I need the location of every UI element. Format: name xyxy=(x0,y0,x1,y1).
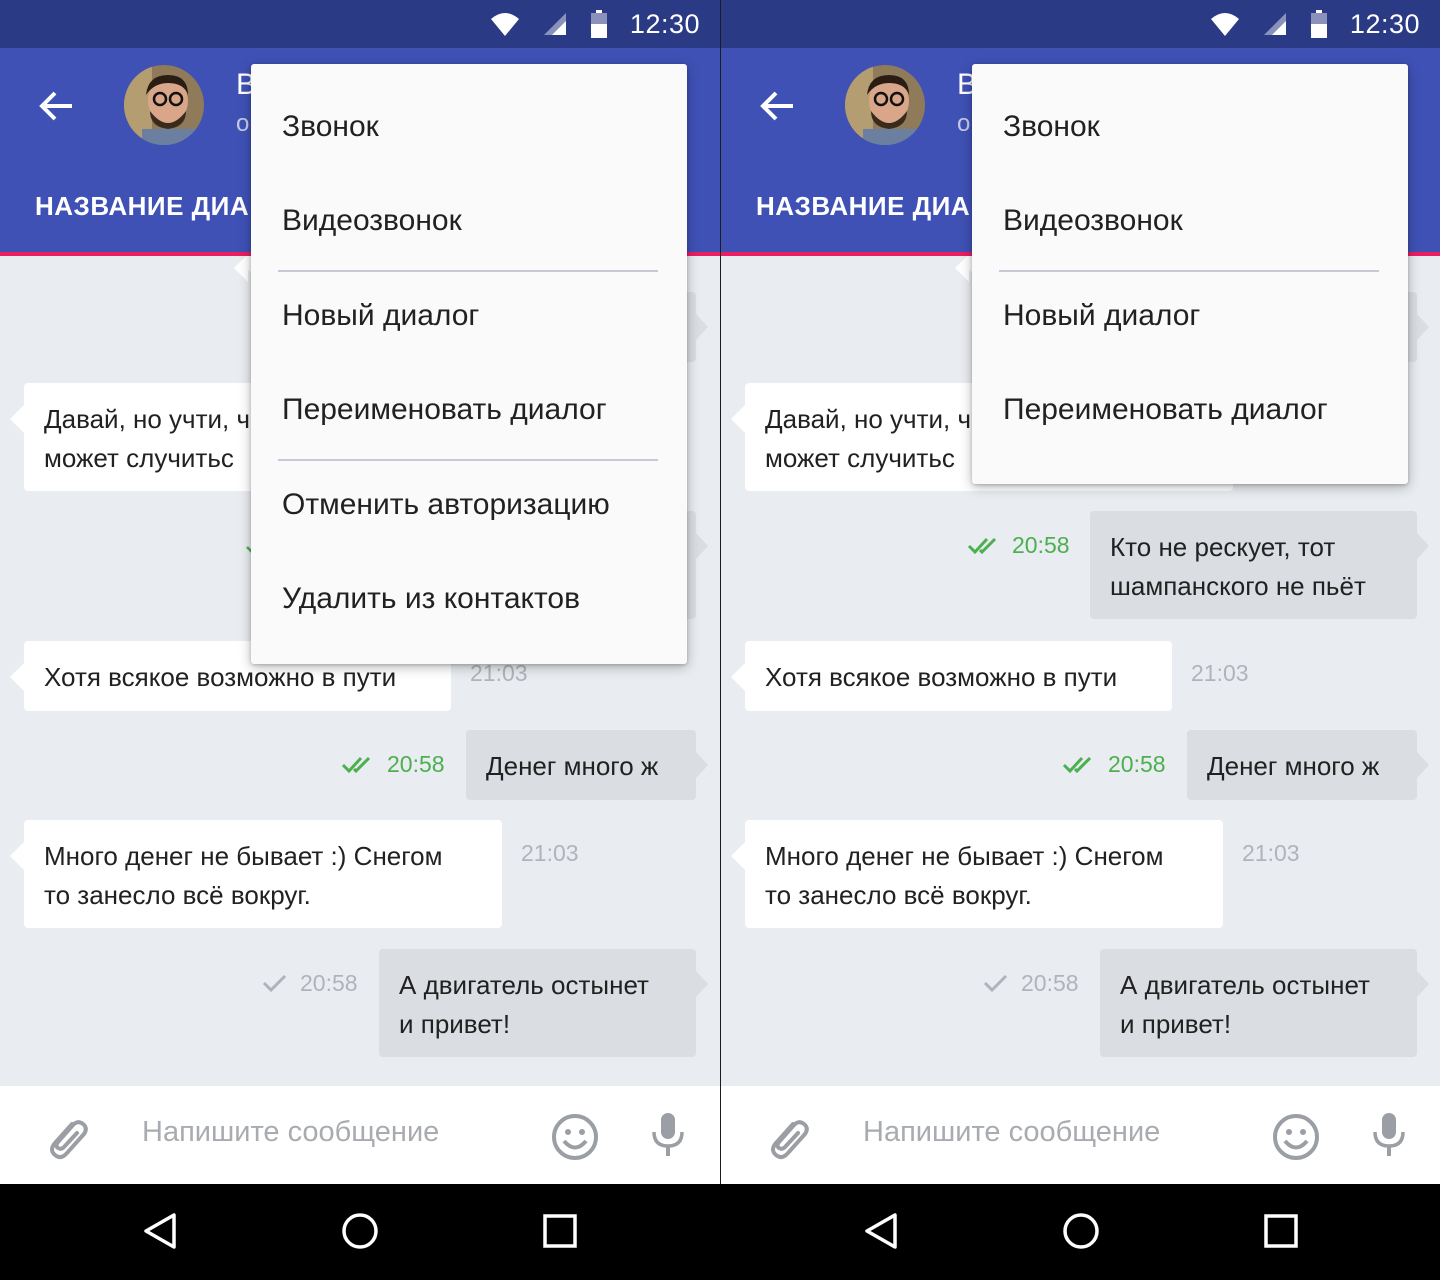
message-text: Хотя всякое возможно в пути xyxy=(765,662,1118,692)
message-time: 21:03 xyxy=(521,840,579,866)
status-time: 12:30 xyxy=(629,8,700,39)
double-check-icon xyxy=(341,755,375,780)
avatar[interactable] xyxy=(124,65,204,145)
smiley-icon[interactable] xyxy=(550,1112,600,1167)
battery-icon xyxy=(590,10,608,38)
message-bubble[interactable]: Денег много ж xyxy=(1187,730,1429,800)
message-time: 20:58 xyxy=(1012,532,1070,558)
message-input-bar: Напишите сообщение xyxy=(0,1086,720,1184)
message-input[interactable]: Напишите сообщение xyxy=(142,1116,439,1149)
triangle-back-icon xyxy=(861,1211,901,1256)
signal-icon xyxy=(1262,11,1288,37)
message-text: шампанского не пьёт xyxy=(1110,571,1366,601)
menu-item-video-call[interactable]: Видеозвонок xyxy=(282,204,462,238)
arrow-left-icon xyxy=(759,90,795,127)
message-time: 20:58 xyxy=(1108,751,1166,777)
message-time: 21:03 xyxy=(470,660,528,686)
battery-icon xyxy=(1310,10,1328,38)
dialog-title-tab[interactable]: НАЗВАНИЕ ДИА xyxy=(756,191,970,222)
overflow-menu: Звонок Видеозвонок Новый диалог Переимен… xyxy=(251,64,687,664)
menu-item-call[interactable]: Звонок xyxy=(282,110,379,144)
back-button[interactable] xyxy=(30,82,82,134)
wifi-icon xyxy=(1210,11,1240,37)
smiley-icon[interactable] xyxy=(1271,1112,1321,1167)
message-time: 20:58 xyxy=(387,751,445,777)
message-bubble[interactable]: Хотя всякое возможно в пути xyxy=(731,641,1172,711)
message-text: Денег много ж xyxy=(486,751,659,781)
menu-item-delete-contact[interactable]: Удалить из контактов xyxy=(282,582,580,616)
double-check-icon xyxy=(1062,755,1096,780)
nav-back-button[interactable] xyxy=(125,1198,195,1268)
message-bubble[interactable]: Кто не рескует, тот шампанского не пьёт xyxy=(1090,511,1429,619)
message-text: А двигатель остынет xyxy=(399,970,649,1000)
status-bar: 12:30 xyxy=(721,0,1440,48)
message-bubble[interactable]: Много денег не бывает :) Снегом то занес… xyxy=(10,820,502,928)
circle-home-icon xyxy=(340,1211,380,1256)
menu-item-rename-dialog[interactable]: Переименовать диалог xyxy=(1003,393,1328,427)
message-text: и привет! xyxy=(1120,1009,1232,1039)
nav-recent-button[interactable] xyxy=(525,1198,595,1268)
microphone-icon[interactable] xyxy=(1369,1110,1409,1165)
paperclip-icon[interactable] xyxy=(763,1112,813,1167)
menu-item-video-call[interactable]: Видеозвонок xyxy=(1003,204,1183,238)
dialog-title-tab[interactable]: НАЗВАНИЕ ДИА xyxy=(35,191,249,222)
menu-item-call[interactable]: Звонок xyxy=(1003,110,1100,144)
signal-icon xyxy=(542,11,568,37)
message-text: то занесло всё вокруг. xyxy=(44,880,311,910)
nav-home-button[interactable] xyxy=(1046,1198,1116,1268)
circle-home-icon xyxy=(1061,1211,1101,1256)
menu-divider xyxy=(278,459,658,461)
message-bubble[interactable]: Много денег не бывает :) Снегом то занес… xyxy=(731,820,1223,928)
message-time: 21:03 xyxy=(1191,660,1249,686)
nav-home-button[interactable] xyxy=(325,1198,395,1268)
check-icon xyxy=(262,973,288,998)
paperclip-icon[interactable] xyxy=(42,1112,92,1167)
menu-item-rename-dialog[interactable]: Переименовать диалог xyxy=(282,393,607,427)
status-time: 12:30 xyxy=(1349,8,1420,39)
message-bubble[interactable]: А двигатель остынет и привет! xyxy=(1100,949,1429,1057)
message-text: Денег много ж xyxy=(1207,751,1380,781)
menu-item-new-dialog[interactable]: Новый диалог xyxy=(1003,299,1200,333)
square-recent-icon xyxy=(540,1211,580,1256)
message-text: Много денег не бывает :) Снегом xyxy=(765,841,1164,871)
message-text: и привет! xyxy=(399,1009,511,1039)
menu-item-revoke-authorization[interactable]: Отменить авторизацию xyxy=(282,488,610,522)
triangle-back-icon xyxy=(140,1211,180,1256)
message-text: то занесло всё вокруг. xyxy=(765,880,1032,910)
screen-left: 12:30 В о НАЗВАНИЕ ДИА Давай, но учти, ч… xyxy=(0,0,720,1184)
message-input-bar: Напишите сообщение xyxy=(721,1086,1440,1184)
message-time: 21:03 xyxy=(1242,840,1300,866)
nav-back-button[interactable] xyxy=(846,1198,916,1268)
contact-status: о xyxy=(236,110,250,137)
check-icon xyxy=(983,973,1009,998)
arrow-left-icon xyxy=(38,90,74,127)
avatar[interactable] xyxy=(845,65,925,145)
menu-divider xyxy=(999,270,1379,272)
message-bubble[interactable]: А двигатель остынет и привет! xyxy=(379,949,708,1057)
status-bar: 12:30 xyxy=(0,0,720,48)
back-button[interactable] xyxy=(751,82,803,134)
message-text: Кто не рескует, тот xyxy=(1110,532,1336,562)
message-input[interactable]: Напишите сообщение xyxy=(863,1116,1160,1149)
screen-right: 12:30 В о НАЗВАНИЕ ДИА Давай, но учти, ч… xyxy=(721,0,1440,1184)
contact-status: о xyxy=(957,110,971,137)
overflow-menu: Звонок Видеозвонок Новый диалог Переимен… xyxy=(972,64,1408,484)
message-time: 20:58 xyxy=(1021,970,1079,996)
double-check-icon xyxy=(967,536,1001,561)
square-recent-icon xyxy=(1261,1211,1301,1256)
nav-recent-button[interactable] xyxy=(1246,1198,1316,1268)
message-text: Много денег не бывает :) Снегом xyxy=(44,841,443,871)
system-nav-bar xyxy=(0,1184,1440,1280)
message-bubble[interactable]: Денег много ж xyxy=(466,730,708,800)
microphone-icon[interactable] xyxy=(648,1110,688,1165)
menu-item-new-dialog[interactable]: Новый диалог xyxy=(282,299,479,333)
menu-divider xyxy=(278,270,658,272)
message-text: А двигатель остынет xyxy=(1120,970,1370,1000)
message-time: 20:58 xyxy=(300,970,358,996)
wifi-icon xyxy=(490,11,520,37)
